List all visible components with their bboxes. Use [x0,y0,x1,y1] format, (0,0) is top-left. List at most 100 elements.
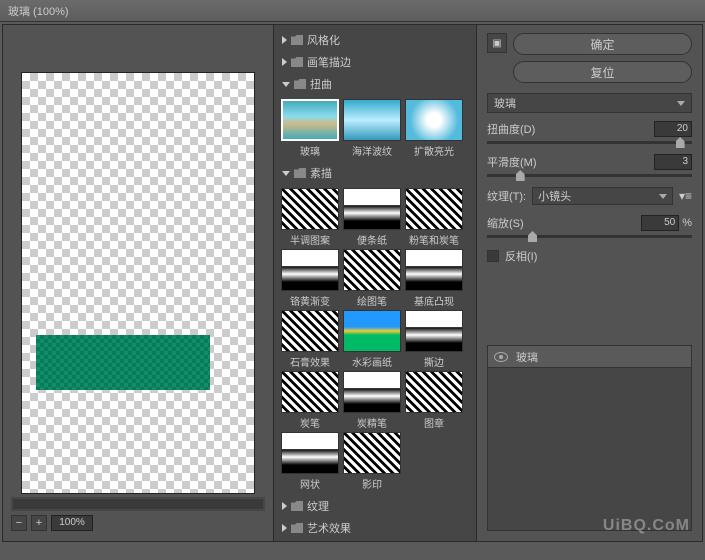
category-label: 纹理 [307,498,329,514]
thumb-label: 水彩画纸 [352,354,392,369]
zoom-value[interactable]: 100% [51,515,93,531]
thumb-image [405,310,463,352]
triangle-right-icon [282,524,287,532]
thumb-image [405,371,463,413]
preview-canvas[interactable] [22,73,254,493]
category-风格化[interactable]: 风格化 [274,29,476,51]
filter-thumb-基底凸现[interactable]: 基底凸现 [404,249,464,308]
thumb-image [343,249,401,291]
preview-pane: − + 100% [3,25,273,541]
filter-thumb-海洋波纹[interactable]: 海洋波纹 [342,99,402,158]
triangle-down-icon [282,171,290,176]
filter-thumb-玻璃[interactable]: 玻璃 [280,99,340,158]
category-label: 风格化 [307,32,340,48]
distortion-value[interactable]: 20 [654,121,692,137]
filter-thumb-图章[interactable]: 图章 [404,371,464,430]
filter-thumb-水彩画纸[interactable]: 水彩画纸 [342,310,402,369]
folder-icon [291,35,303,45]
effect-layer-item[interactable]: 玻璃 [488,346,691,368]
folder-icon [294,79,306,89]
thumb-label: 海洋波纹 [352,143,392,158]
thumb-label: 炭精笔 [357,415,387,430]
zoom-in-button[interactable]: + [31,515,47,531]
filter-select-dropdown[interactable]: 玻璃 [487,93,692,113]
scaling-value[interactable]: 50 [641,215,679,231]
smoothness-value[interactable]: 3 [654,154,692,170]
category-艺术效果[interactable]: 艺术效果 [274,517,476,539]
thumb-image [405,188,463,230]
window-title: 玻璃 (100%) [8,6,69,18]
thumb-image [281,432,339,474]
filter-categories-pane[interactable]: 风格化画笔描边扭曲玻璃海洋波纹 扩散亮光素描半调图案便条纸 粉笔和炭笔铬黄渐变绘图笔… [273,25,477,541]
smoothness-label: 平滑度(M) [487,154,537,170]
filter-thumb-绘图笔[interactable]: 绘图笔 [342,249,402,308]
thumb-label: 粉笔和炭笔 [409,232,459,247]
thumb-image [405,249,463,291]
visibility-eye-icon[interactable] [494,352,508,362]
invert-checkbox[interactable] [487,250,499,262]
filter-select-value: 玻璃 [494,95,516,111]
thumb-image [343,99,401,141]
thumb-label: 网状 [300,476,320,491]
filter-thumb-撕边[interactable]: 撕边 [404,310,464,369]
thumb-label: 铬黄渐变 [290,293,330,308]
texture-value: 小镜头 [538,188,571,204]
texture-menu-icon[interactable]: ▾≡ [679,189,692,203]
thumb-image [343,371,401,413]
category-纹理[interactable]: 纹理 [274,495,476,517]
collapse-button[interactable]: ▣ [487,33,507,53]
thumb-image [343,310,401,352]
main-container: − + 100% 风格化画笔描边扭曲玻璃海洋波纹扩散亮光素描半调图案便条纸粉笔和… [2,24,703,542]
invert-label: 反相(I) [505,248,537,264]
zoom-bar: − + 100% [11,513,265,533]
category-素描[interactable]: 素描 [274,162,476,184]
canvas-wrap [11,33,265,493]
triangle-right-icon [282,58,287,66]
filter-thumb-粉笔和炭笔[interactable]: 粉笔和炭笔 [404,188,464,247]
filter-thumb-炭笔[interactable]: 炭笔 [280,371,340,430]
thumb-image [281,310,339,352]
ok-button[interactable]: 确定 [513,33,692,55]
watermark: UiBQ.CoM [603,517,690,535]
window-titlebar: 玻璃 (100%) [0,0,705,22]
chevron-down-icon [677,101,685,106]
filter-thumb-炭精笔[interactable]: 炭精笔 [342,371,402,430]
thumb-label: 扩散亮光 [414,143,454,158]
thumb-image [281,371,339,413]
triangle-right-icon [282,36,287,44]
thumbs-grid: 玻璃海洋波纹 扩散亮光 [274,95,476,162]
folder-icon [291,57,303,67]
category-label: 扭曲 [310,76,332,92]
scaling-label: 缩放(S) [487,215,524,231]
category-扭曲[interactable]: 扭曲 [274,73,476,95]
thumb-label: 基底凸现 [414,293,454,308]
filter-thumb-铬黄渐变[interactable]: 铬黄渐变 [280,249,340,308]
scaling-slider[interactable] [487,235,692,238]
category-label: 艺术效果 [307,520,351,536]
effect-layer-list: 玻璃 [487,345,692,531]
filter-thumb-半调图案[interactable]: 半调图案 [280,188,340,247]
folder-icon [291,523,303,533]
zoom-out-button[interactable]: − [11,515,27,531]
filter-thumb-扩散亮光[interactable]: 扩散亮光 [404,99,464,158]
distortion-slider[interactable] [487,141,692,144]
thumb-image [343,432,401,474]
thumb-label: 图章 [424,415,444,430]
category-label: 素描 [310,165,332,181]
category-label: 画笔描边 [307,54,351,70]
texture-dropdown[interactable]: 小镜头 [532,187,673,205]
filter-thumb-便条纸[interactable]: 便条纸 [342,188,402,247]
folder-icon [294,168,306,178]
thumb-label: 石膏效果 [290,354,330,369]
filter-thumb-石膏效果[interactable]: 石膏效果 [280,310,340,369]
filter-thumb-影印[interactable]: 影印 [342,432,402,491]
reset-button[interactable]: 复位 [513,61,692,83]
scaling-suffix: % [682,217,692,229]
filter-thumb-网状[interactable]: 网状 [280,432,340,491]
chevron-down-icon [659,194,667,199]
texture-label: 纹理(T): [487,188,526,204]
preview-scrollbar[interactable] [11,497,265,511]
smoothness-slider[interactable] [487,174,692,177]
thumb-label: 便条纸 [357,232,387,247]
category-画笔描边[interactable]: 画笔描边 [274,51,476,73]
